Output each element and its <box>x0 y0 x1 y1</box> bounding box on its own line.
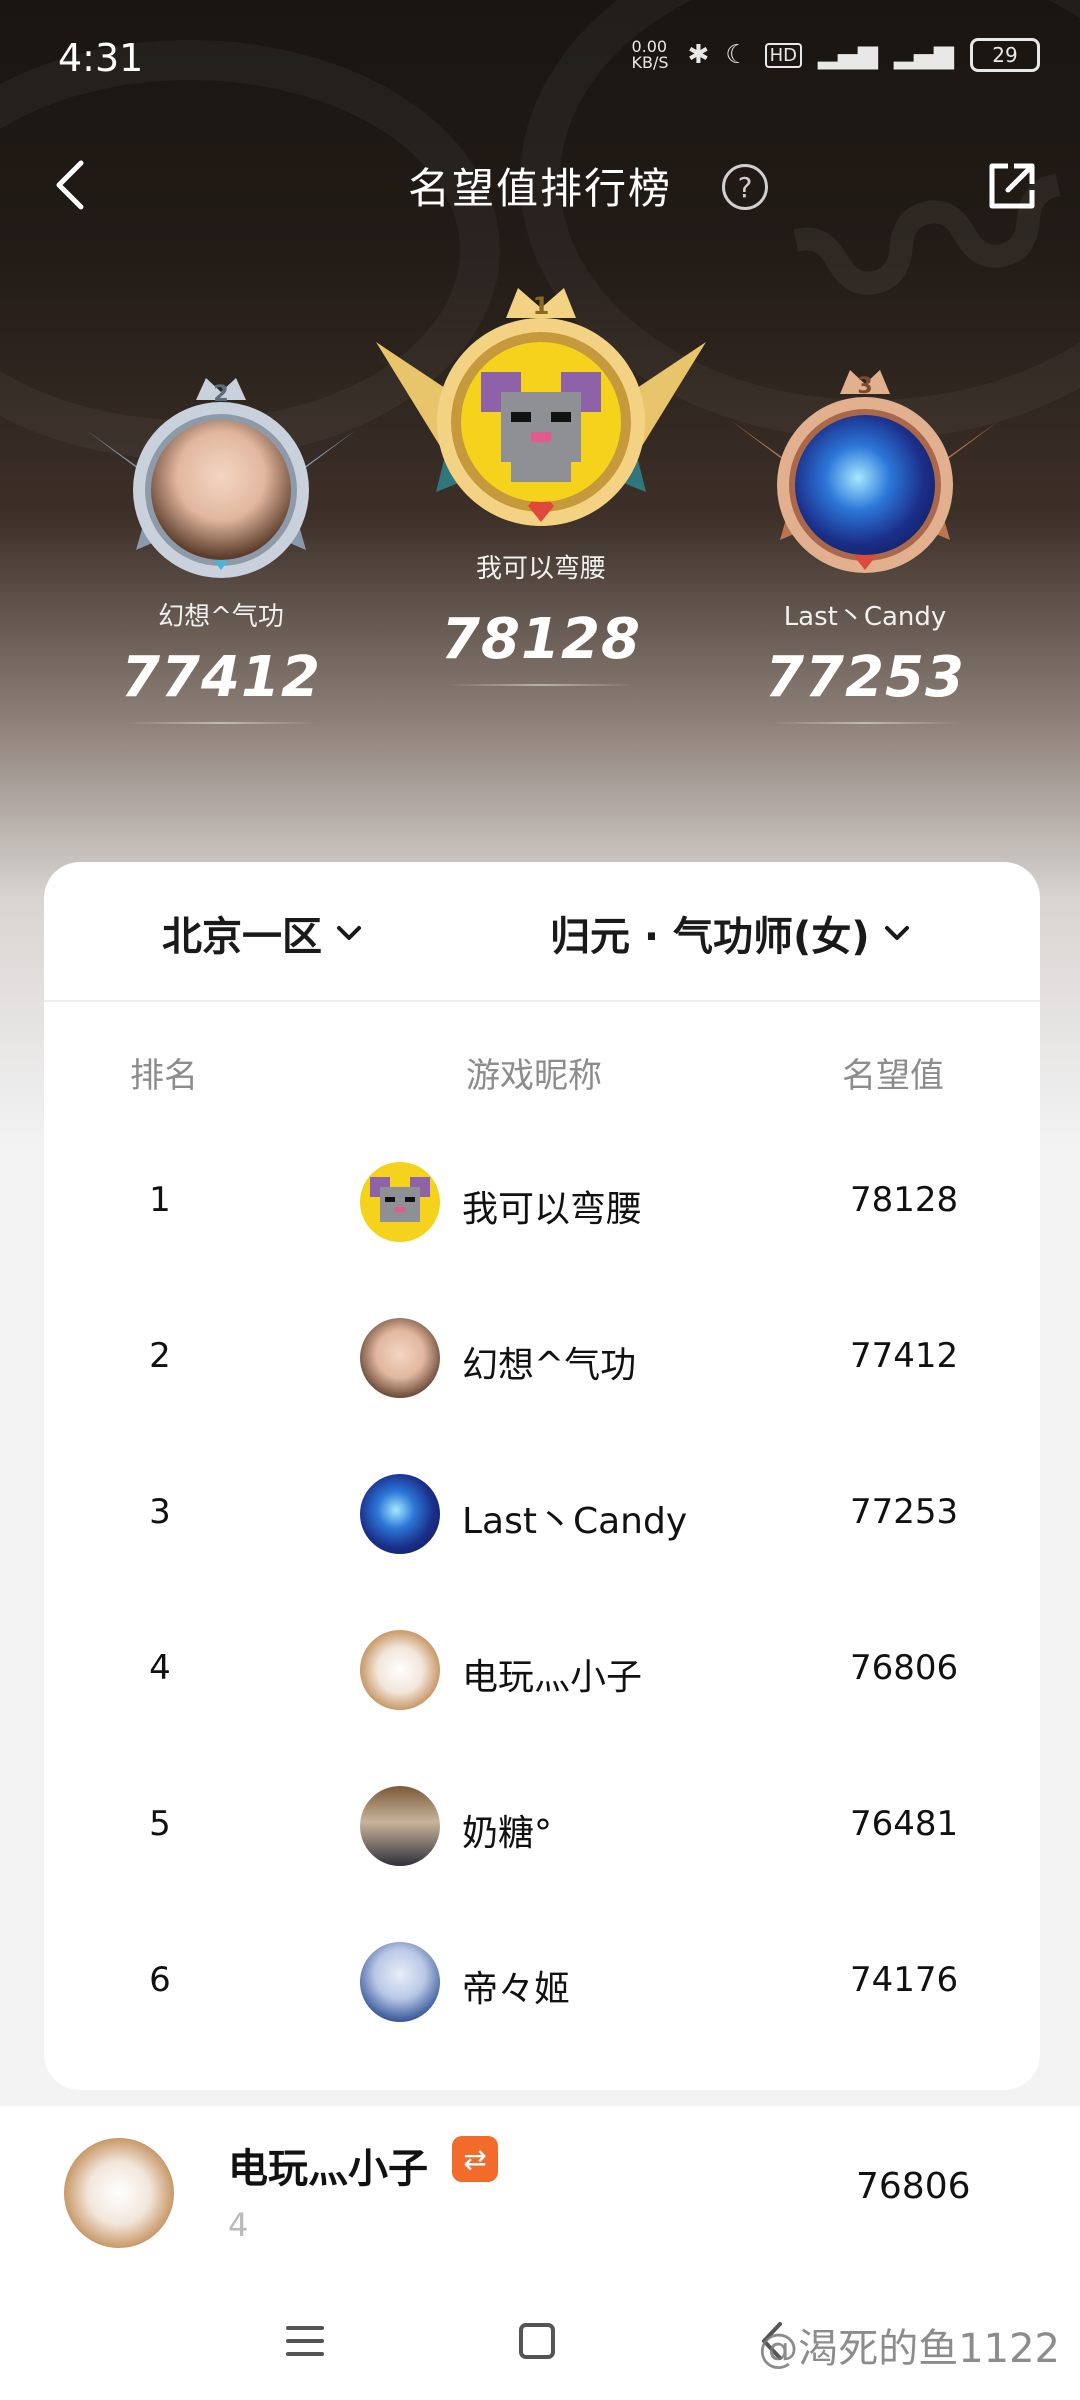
podium-score: 77412 <box>121 645 321 710</box>
row-rank: 2 <box>149 1336 171 1376</box>
question-circle-icon: ? <box>737 170 753 204</box>
medal-rank-number: 3 <box>857 374 873 399</box>
row-value: 76481 <box>850 1804 959 1844</box>
avatar-boy-photo <box>151 420 291 560</box>
status-icons: 0.00 KB/S ✱ ☾ HD ▂▄▆ ▂▄▆ 29 <box>631 38 1040 72</box>
battery-level: 29 <box>992 43 1018 67</box>
status-time: 4:31 <box>58 36 144 80</box>
podium-rank-3[interactable]: 3 Last丶Candy 77253 <box>720 360 1010 724</box>
row-rank: 6 <box>149 1960 171 2000</box>
avatar <box>360 1630 440 1710</box>
filter-bar: 北京一区 归元 · 气功师(女) <box>44 862 1040 1002</box>
page-title: 名望值排行榜 <box>407 164 672 213</box>
help-button[interactable]: ? <box>722 164 768 210</box>
divider <box>126 722 316 724</box>
gold-medal: 1 <box>366 282 716 542</box>
row-rank: 1 <box>149 1180 171 1220</box>
divider <box>770 722 960 724</box>
signal-icon: ▂▄▆ <box>818 40 878 70</box>
medal-rank-number: 2 <box>213 382 229 407</box>
row-nickname: 幻想^气功 <box>462 1345 637 1386</box>
network-speed: 0.00 KB/S <box>631 37 669 72</box>
row-value: 78128 <box>850 1180 959 1220</box>
watermark: @渴死的鱼1122 <box>758 2326 1060 2372</box>
share-button[interactable] <box>984 158 1040 214</box>
podium-score: 77253 <box>765 645 965 710</box>
podium-rank-1[interactable]: 1 我可以弯腰 78128 <box>366 282 716 686</box>
my-ranking-bar[interactable]: 电玩灬小子 ⇄ 4 76806 <box>0 2106 1080 2276</box>
home-button[interactable] <box>512 2316 562 2366</box>
table-header: 排名 游戏昵称 名望值 <box>44 1048 1040 1108</box>
row-value: 76806 <box>850 1648 959 1688</box>
avatar-blue-plasma <box>795 415 935 555</box>
podium-name: 幻想^气功 <box>158 602 284 632</box>
signal-icon: ▂▄▆ <box>894 40 954 70</box>
avatar-pixel-mouse <box>461 342 621 502</box>
podium-rank-2[interactable]: 2 幻想^气功 77412 <box>76 370 366 724</box>
silver-medal: 2 <box>76 370 366 590</box>
row-nickname: 我可以弯腰 <box>462 1189 643 1230</box>
row-nickname: Last丶Candy <box>462 1501 688 1542</box>
chevron-down-icon <box>337 926 361 940</box>
class-dropdown[interactable]: 归元 · 气功师(女) <box>550 904 910 962</box>
my-nickname: 电玩灬小子 <box>228 2146 428 2192</box>
table-row[interactable]: 3 Last丶Candy 77253 <box>44 1464 1040 1564</box>
row-nickname: 奶糖° <box>462 1813 553 1854</box>
table-row[interactable]: 5 奶糖° 76481 <box>44 1776 1040 1876</box>
podium-name: Last丶Candy <box>783 602 947 632</box>
table-row[interactable]: 2 幻想^气功 77412 <box>44 1308 1040 1408</box>
transfer-badge-icon: ⇄ <box>452 2136 498 2182</box>
header-rank: 排名 <box>130 1056 198 1096</box>
class-label: 归元 · 气功师(女) <box>550 914 870 960</box>
row-nickname: 帝々姬 <box>462 1969 571 2010</box>
status-bar: 4:31 0.00 KB/S ✱ ☾ HD ▂▄▆ ▂▄▆ 29 <box>0 0 1080 110</box>
system-nav-bar: @渴死的鱼1122 <box>0 2276 1080 2400</box>
table-row[interactable]: 4 电玩灬小子 76806 <box>44 1620 1040 1720</box>
moon-icon: ☾ <box>725 40 749 70</box>
hd-icon: HD <box>764 42 802 68</box>
row-value: 77412 <box>850 1336 959 1376</box>
menu-button[interactable] <box>280 2316 330 2366</box>
ranking-card: 北京一区 归元 · 气功师(女) 排名 游戏昵称 名望值 1 我可以弯腰 781… <box>44 862 1040 2090</box>
bluetooth-icon: ✱ <box>687 40 710 70</box>
bronze-medal: 3 <box>720 360 1010 590</box>
avatar <box>360 1318 440 1398</box>
avatar <box>360 1942 440 2022</box>
server-dropdown[interactable]: 北京一区 <box>162 904 362 962</box>
medal-rank-number: 1 <box>532 292 550 320</box>
menu-icon <box>286 2326 324 2356</box>
my-value: 76806 <box>856 2166 971 2207</box>
row-rank: 4 <box>149 1648 171 1688</box>
avatar <box>360 1786 440 1866</box>
header-value: 名望值 <box>842 1056 944 1096</box>
table-row[interactable]: 6 帝々姬 74176 <box>44 1932 1040 2032</box>
row-rank: 3 <box>149 1492 171 1532</box>
table-row[interactable]: 1 我可以弯腰 78128 <box>44 1152 1040 1252</box>
my-rank: 4 <box>228 2206 249 2244</box>
row-rank: 5 <box>149 1804 171 1844</box>
podium-score: 78128 <box>441 607 641 672</box>
battery-icon: 29 <box>970 38 1040 72</box>
podium-name: 我可以弯腰 <box>475 554 606 584</box>
my-avatar <box>64 2138 174 2248</box>
share-external-icon <box>989 163 1035 209</box>
divider <box>446 684 636 686</box>
row-value: 74176 <box>850 1960 959 2000</box>
avatar <box>360 1474 440 1554</box>
avatar <box>360 1162 440 1242</box>
row-value: 77253 <box>850 1492 959 1532</box>
header-nickname: 游戏昵称 <box>466 1056 602 1096</box>
chevron-down-icon <box>884 926 909 940</box>
server-label: 北京一区 <box>162 914 322 960</box>
square-home-icon <box>519 2323 555 2359</box>
row-nickname: 电玩灬小子 <box>462 1657 643 1698</box>
